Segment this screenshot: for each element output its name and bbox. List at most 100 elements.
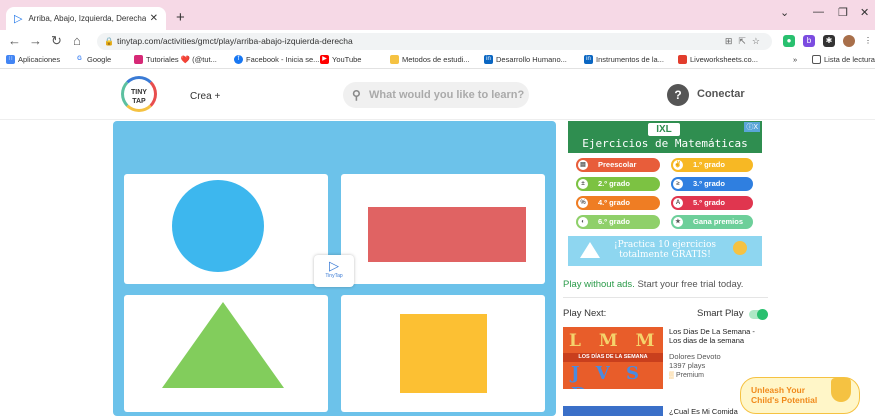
- search-input[interactable]: ⚲ What would you like to learn?: [343, 82, 529, 108]
- url-text: tinytap.com/activities/gmct/play/arriba-…: [117, 36, 353, 46]
- ad-close-icon[interactable]: ⓘX: [744, 122, 760, 132]
- bookmark-label: Google: [87, 55, 112, 64]
- ad-button-label: 6.º grado: [598, 217, 630, 226]
- minimize-icon[interactable]: —: [813, 6, 824, 18]
- profile-avatar-icon[interactable]: [843, 35, 855, 47]
- reading-list-icon: [812, 55, 821, 64]
- smart-play-toggle[interactable]: [749, 309, 768, 320]
- bookmark-overflow[interactable]: »: [793, 55, 797, 64]
- free-trial-link[interactable]: Play without ads. Start your free trial …: [563, 279, 743, 290]
- tinytap-badge[interactable]: ▷ TinyTap: [314, 255, 354, 287]
- ad-button-grade-1[interactable]: ✌ 1.º grado: [671, 158, 753, 172]
- ad-button-label: 5.º grado: [693, 198, 725, 207]
- ixl-ad[interactable]: IXL Ejercicios de Matemáticas ⓘX ▤ Preesc…: [568, 121, 762, 266]
- thumbnail-letters-bottom: J V S D: [571, 363, 645, 389]
- bookmark-folder-icon: [390, 55, 399, 64]
- ad-button-label: 1.º grado: [693, 160, 725, 169]
- bookmark-label: Tutoriales ❤️ (@tut...: [146, 55, 217, 64]
- extension-green-icon[interactable]: ●: [783, 35, 795, 47]
- trophy-icon: ★: [673, 217, 683, 227]
- next-game-thumbnail[interactable]: L M M LOS DÍAS DE LA SEMANA J V S D: [563, 327, 663, 389]
- premium-bars-icon: ▒: [669, 372, 674, 379]
- bookmark-label: Aplicaciones: [18, 55, 61, 64]
- apps-grid-icon: ∷: [6, 55, 15, 64]
- ad-button-preescolar[interactable]: ▤ Preescolar: [576, 158, 660, 172]
- address-actions[interactable]: ⊞⇱☆: [725, 33, 766, 50]
- forward-icon[interactable]: →: [29, 33, 42, 48]
- chevron-right-icon: »: [793, 55, 798, 64]
- bookmark-apps[interactable]: ∷ Aplicaciones: [6, 55, 60, 64]
- play-icon: ▷: [329, 258, 339, 273]
- reload-icon[interactable]: ↻: [51, 33, 62, 49]
- ad-button-label: 3.º grado: [693, 179, 725, 188]
- hand-icon: ✌: [673, 160, 683, 170]
- bookmark-label: Metodos de estudi...: [402, 55, 470, 64]
- ad-button-label: Gana premios: [693, 217, 744, 226]
- close-window-icon[interactable]: ✕: [860, 6, 869, 19]
- ad-button-grade-3[interactable]: ≥3.º grado: [671, 177, 753, 191]
- blue-circle-shape[interactable]: [172, 180, 264, 272]
- ad-button-grade-5[interactable]: A 5.º grado: [671, 196, 753, 210]
- bookmarks-bar: ∷ Aplicaciones G Google Tutoriales ❤️ (@…: [0, 52, 875, 69]
- badge-label: TinyTap: [325, 273, 343, 279]
- google-icon: G: [75, 55, 84, 64]
- next-game-thumbnail-2[interactable]: [563, 406, 663, 416]
- bookmark-metodos[interactable]: Metodos de estudi...: [390, 55, 470, 64]
- browser-tab[interactable]: ▷ Arriba, Abajo, Izquierda, Derecha ✕: [6, 7, 166, 30]
- crea-button[interactable]: Crea +: [190, 91, 220, 102]
- tab-search-chevron-icon[interactable]: ⌄: [780, 6, 789, 19]
- premium-badge: ▒ Premium: [669, 372, 704, 379]
- ad-button-grade-6[interactable]: ◐ 6.º grado: [576, 215, 660, 229]
- new-tab-icon[interactable]: +: [176, 9, 185, 26]
- ad-button-grade-4[interactable]: % 4.º grado: [576, 196, 660, 210]
- site-header: TINY TAP Crea + ⚲ What would you like to…: [0, 70, 875, 120]
- bookmark-label: YouTube: [332, 55, 362, 64]
- green-triangle-shape[interactable]: [162, 302, 284, 388]
- ad-button-grade-2[interactable]: ±2.º grado: [576, 177, 660, 191]
- bookmark-desarrollo[interactable]: in Desarrollo Humano...: [484, 55, 567, 64]
- ad-title: Ejercicios de Matemáticas: [582, 137, 748, 150]
- browser-menu-icon[interactable]: ⋮: [862, 35, 874, 47]
- next-game-title-2[interactable]: ¿Cual Es Mi Comida: [669, 407, 738, 416]
- ad-grade-buttons: ▤ Preescolar ✌ 1.º grado ±2.º grado ≥3.º g…: [568, 153, 762, 236]
- help-icon[interactable]: ?: [667, 84, 689, 106]
- bookmark-reading-list[interactable]: Lista de lectura: [812, 55, 875, 64]
- linkedin-icon: in: [484, 55, 493, 64]
- area-icon: A: [673, 198, 683, 208]
- extension-b-icon[interactable]: b: [803, 35, 815, 47]
- bookmark-tutoriales[interactable]: Tutoriales ❤️ (@tut...: [134, 55, 217, 64]
- conectar-button[interactable]: Conectar: [697, 88, 745, 100]
- bookmark-youtube[interactable]: ▶ YouTube: [320, 55, 361, 64]
- extensions-puzzle-icon[interactable]: ✱: [823, 35, 835, 47]
- tinytap-logo[interactable]: TINY TAP: [121, 76, 157, 112]
- toggle-knob: [757, 309, 768, 320]
- bookmark-facebook[interactable]: f Facebook - Inicia se...: [234, 55, 319, 64]
- ixl-logo: IXL: [648, 123, 680, 136]
- next-game-plays: 1397 plays: [669, 361, 706, 370]
- bookmark-liveworksheets[interactable]: Liveworksheets.co...: [678, 55, 758, 64]
- search-placeholder: What would you like to learn?: [369, 89, 525, 101]
- home-icon[interactable]: ⌂: [73, 33, 81, 48]
- divider: [563, 297, 768, 298]
- pie-chart-icon: ◐: [578, 217, 588, 227]
- thumbnail-band: LOS DÍAS DE LA SEMANA: [563, 353, 663, 362]
- red-rectangle-shape[interactable]: [368, 207, 526, 262]
- bookmark-label: Instrumentos de la...: [596, 55, 664, 64]
- yellow-square-shape[interactable]: [400, 314, 487, 393]
- ad-button-gana-premios[interactable]: ★ Gana premios: [671, 215, 753, 229]
- bookmark-label: Desarrollo Humano...: [496, 55, 567, 64]
- bookmark-instrumentos[interactable]: in Instrumentos de la...: [584, 55, 664, 64]
- bookmark-google[interactable]: G Google: [75, 55, 111, 64]
- next-game-author[interactable]: Dolores Devoto: [669, 352, 721, 361]
- close-tab-icon[interactable]: ✕: [150, 13, 158, 24]
- ad-footer[interactable]: ¡Practica 10 ejercicios totalmente GRATI…: [568, 236, 762, 266]
- next-game-title[interactable]: Los Dias De La Semana - Los dias de la s…: [669, 327, 769, 345]
- address-bar[interactable]: 🔒 tinytap.com/activities/gmct/play/arrib…: [97, 33, 772, 50]
- play-next-label: Play Next:: [563, 308, 607, 319]
- tinytap-favicon-icon: ▷: [14, 13, 23, 25]
- liveworksheets-icon: [678, 55, 687, 64]
- back-icon[interactable]: ←: [8, 33, 21, 48]
- restore-icon[interactable]: ❐: [838, 6, 848, 19]
- lock-icon: 🔒: [104, 37, 114, 46]
- linkedin-icon: in: [584, 55, 593, 64]
